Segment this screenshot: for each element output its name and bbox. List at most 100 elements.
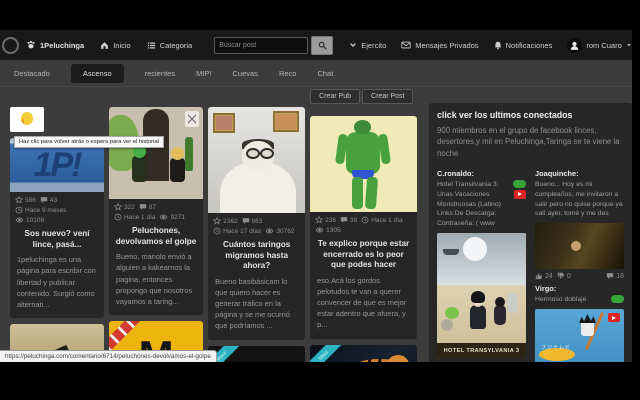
photo-frame [213, 113, 236, 133]
eye-icon [315, 227, 324, 233]
crear-pub-button[interactable]: Crear Pub [310, 89, 361, 104]
post-title[interactable]: Sos nuevo? vení lince, pasá... [10, 225, 104, 252]
tab-mip[interactable]: MIP! [196, 69, 211, 78]
post-stats: 586 43 Hace 9 meses 10108 [10, 192, 104, 225]
post-card[interactable]: 236 38 Hace 1 día 1305 Te explico porque… [310, 116, 418, 339]
post-card[interactable]: 2362 663 Hace 17 días 30762 Cuántos tari… [208, 107, 306, 340]
thumbs-down-icon [557, 273, 564, 280]
brand-label: 1Peluchinga [40, 40, 85, 50]
nav-notificaciones-label: Notificaciones [505, 40, 553, 50]
list-icon [147, 41, 155, 49]
navbar: 1Peluchinga Inicio Categoria Buscar post… [0, 30, 632, 60]
tab-ascenso[interactable]: Ascenso [70, 63, 124, 83]
youtube-icon[interactable] [514, 189, 527, 199]
post-body: Bueno, manolo envió a alguien a kakearno… [116, 252, 193, 306]
shield-badge-icon [185, 111, 200, 127]
page: 1Peluchinga Inicio Categoria Buscar post… [0, 30, 632, 362]
time-stat: Hace 17 días [213, 227, 261, 235]
clock-icon [213, 227, 221, 235]
entry-user[interactable]: Joaquinche: [535, 169, 624, 178]
photo-frame [273, 111, 300, 132]
tab-recientes[interactable]: recientes [145, 69, 175, 78]
stars-stat: 586 [15, 196, 36, 204]
post-image-figures[interactable] [109, 107, 204, 199]
category-tabs: Destacado Ascenso recientes MIP! Cuevas … [0, 60, 632, 87]
shout-tiger-card[interactable]: Shout [310, 344, 418, 362]
post-title[interactable]: Cuántos taringos migramos hasta ahora? [208, 236, 305, 274]
nav-ejercito[interactable]: Ejercito [349, 41, 386, 50]
tv-watermark: フジテレビ [541, 345, 572, 352]
post-title[interactable]: Te explico porque estar encerrado es lo … [310, 235, 417, 273]
post-body: Bueno basibásicam lo que quiero hacer es… [215, 276, 290, 331]
youtube-icon[interactable] [608, 313, 621, 323]
nav-notificaciones[interactable]: Notificaciones [494, 40, 553, 50]
comments-stat: 43 [40, 196, 57, 204]
search-input[interactable] [214, 36, 309, 54]
create-actions: Crear Pub Crear Post [310, 89, 417, 104]
nav-inicio-label: Inicio [113, 40, 131, 50]
post-image-neckbeard[interactable] [208, 107, 306, 213]
screen: 1Peluchinga Inicio Categoria Buscar post… [0, 0, 640, 400]
shout-chick-card[interactable] [10, 107, 44, 132]
feed-column-4: Crear Pub Crear Post 236 38 Hace 1 día 1… [310, 89, 418, 362]
search-button[interactable] [311, 35, 334, 55]
panel-column-left: C.ronaldo: Hotel Transilvania 3: Unas Va… [437, 167, 527, 362]
nav-categoria[interactable]: Categoria [147, 41, 192, 50]
post-card[interactable]: 1P! 586 43 Hace 9 meses 10108 Sos nuevo?… [10, 138, 105, 318]
home-icon [101, 41, 109, 49]
crear-post-button[interactable]: Crear Post [362, 89, 414, 104]
dragonball-image[interactable]: フジテレビ [535, 309, 625, 362]
comments-stat[interactable]: 18 [606, 272, 624, 280]
eye-icon [15, 217, 24, 223]
entry-user[interactable]: C.ronaldo: [437, 169, 526, 178]
comment-icon [40, 197, 48, 204]
post-image-pepe-body[interactable] [310, 116, 418, 212]
post-stats: 236 38 Hace 1 día 1305 [310, 212, 417, 235]
envelope-icon [401, 41, 411, 49]
tab-reco[interactable]: Reco [279, 69, 297, 78]
feed: 1P! 586 43 Hace 9 meses 10108 Sos nuevo?… [0, 87, 632, 362]
post-body: 1peluchinga es una página para escribir … [17, 255, 96, 309]
nav-mensajes-label: Mensajes Privados [415, 40, 479, 50]
stars-stat: 322 [114, 203, 135, 211]
views-stat: 1305 [315, 226, 341, 234]
panel-title[interactable]: click ver los ultimos conectados [437, 110, 624, 120]
post-title[interactable]: Peluchones, devolvamos el golpe [109, 222, 203, 249]
star-icon [315, 216, 324, 224]
green-badge-icon [513, 179, 527, 188]
tab-destacado[interactable]: Destacado [14, 69, 50, 78]
comment-icon [242, 218, 249, 225]
user-menu[interactable]: rom Cuaro [567, 37, 631, 53]
chevron-down-icon [350, 43, 357, 48]
nav-inicio[interactable]: Inicio [100, 41, 131, 50]
user-name: rom Cuaro [586, 40, 622, 50]
brand[interactable]: 1Peluchinga [26, 40, 84, 50]
stars-stat: 236 [315, 216, 336, 224]
tab-cuevas[interactable]: Cuevas [233, 69, 258, 78]
clock-icon [114, 213, 122, 221]
paw-icon [27, 40, 35, 49]
likes-stat[interactable]: 24 [535, 272, 553, 280]
comments-stat: 38 [340, 216, 357, 224]
hotel-transylvania-poster[interactable]: HOTEL TRANSYLVANIA 3 [437, 233, 527, 360]
tab-chat[interactable]: Chat [317, 69, 333, 78]
shout-hulu-card[interactable]: Shout hulu [208, 345, 306, 362]
jungle-image[interactable] [535, 223, 625, 270]
1p-logo-text: 1P! [33, 146, 83, 184]
green-badge-icon [611, 295, 625, 304]
browser-status-url: https://peluchinga.com/comentario/6714/p… [0, 350, 217, 362]
caret-down-icon [626, 44, 631, 47]
clock-icon [15, 206, 23, 214]
ship [443, 249, 460, 256]
entry-user[interactable]: Virgo: [535, 284, 624, 293]
navbar-right: Ejercito Mensajes Privados Notificacione… [349, 37, 632, 53]
comment-icon [139, 204, 147, 211]
search [214, 35, 334, 55]
nav-ejercito-label: Ejercito [361, 40, 387, 50]
person-icon [571, 41, 579, 50]
post-body: eso.Acá los gordos pelotudos te van a qu… [317, 275, 407, 330]
nav-mensajes[interactable]: Mensajes Privados [401, 40, 479, 50]
star-icon [114, 203, 123, 211]
avatar [567, 37, 583, 53]
dislikes-stat[interactable]: 0 [557, 272, 571, 280]
